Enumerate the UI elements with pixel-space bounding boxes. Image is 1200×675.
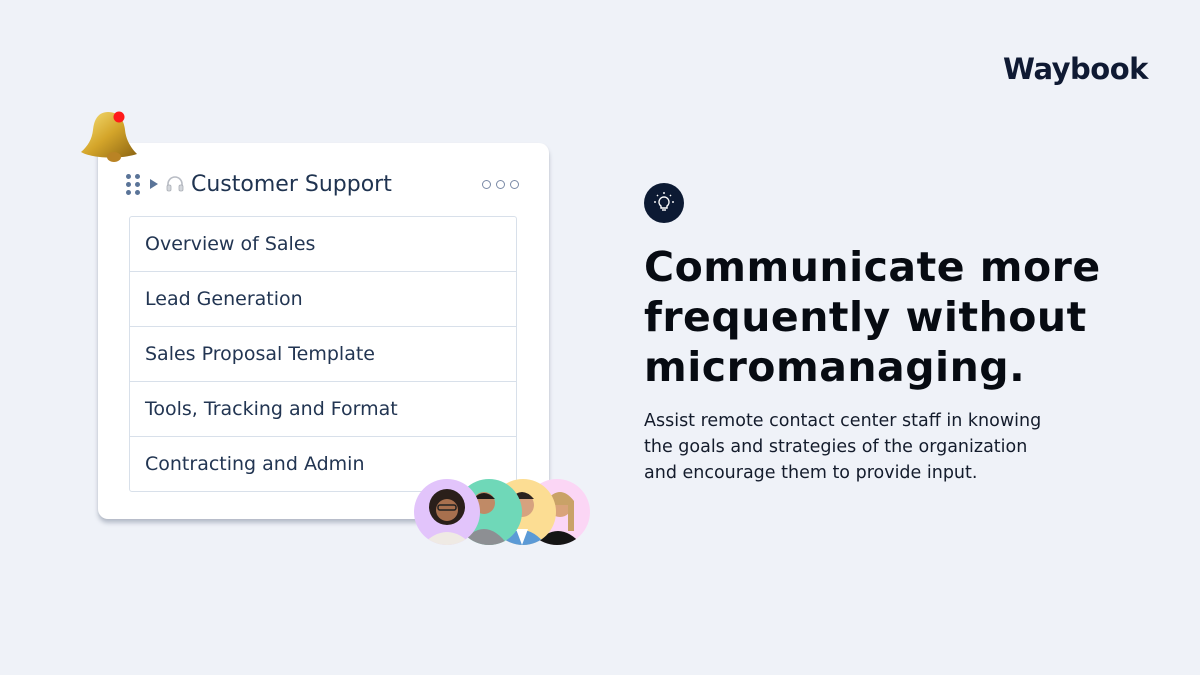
avatar (414, 479, 480, 545)
description-line: and encourage them to provide input. (644, 463, 978, 483)
list-item[interactable]: Tools, Tracking and Format (130, 382, 516, 437)
bell-icon (81, 111, 137, 162)
feature-description: Assist remote contact center staff in kn… (644, 408, 1094, 486)
playbook-card: Customer Support Overview of Sales Lead … (98, 143, 549, 519)
more-options-icon[interactable] (482, 179, 519, 189)
waybook-logo: Waybook (1003, 52, 1148, 86)
description-line: the goals and strategies of the organiza… (644, 437, 1028, 457)
card-header: Customer Support (126, 169, 519, 199)
headline-line: Communicate more (644, 243, 1101, 291)
avatar-group (414, 479, 590, 546)
topic-list: Overview of Sales Lead Generation Sales … (129, 216, 517, 492)
feature-headline: Communicate more frequently without micr… (644, 242, 1164, 392)
list-item[interactable]: Sales Proposal Template (130, 327, 516, 382)
notification-badge (113, 111, 125, 123)
card-title: Customer Support (191, 171, 392, 197)
headphones-icon (166, 176, 184, 192)
lightbulb-icon (644, 183, 684, 223)
description-line: Assist remote contact center staff in kn… (644, 411, 1042, 431)
headline-line: micromanaging. (644, 343, 1026, 391)
drag-handle-icon[interactable] (126, 173, 140, 195)
list-item[interactable]: Lead Generation (130, 272, 516, 327)
headline-line: frequently without (644, 293, 1087, 341)
list-item[interactable]: Overview of Sales (130, 217, 516, 272)
expand-caret-icon[interactable] (150, 179, 158, 189)
